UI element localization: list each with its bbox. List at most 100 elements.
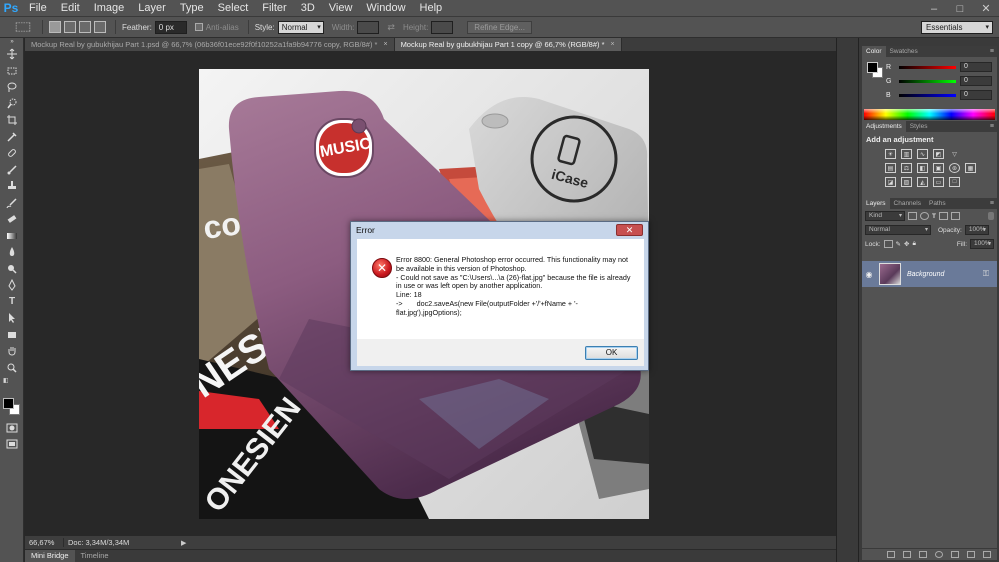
intersect-selection-icon[interactable] <box>94 21 106 33</box>
layer-row-background[interactable]: ◉ Background ⚿ <box>862 261 997 287</box>
foreground-color-swatch[interactable] <box>3 398 14 409</box>
filter-type-icon[interactable]: T <box>932 213 936 220</box>
screen-mode-icon[interactable] <box>0 436 24 453</box>
zoom-level[interactable]: 66,67% <box>25 538 63 547</box>
clone-stamp-tool-icon[interactable] <box>0 178 24 195</box>
levels-icon[interactable]: ▥ <box>901 149 912 159</box>
tab-swatches[interactable]: Swatches <box>886 46 922 57</box>
vibrance-icon[interactable]: ▽ <box>949 149 960 159</box>
layer-kind-filter[interactable]: Kind <box>865 211 905 221</box>
eye-visibility-icon[interactable]: ◉ <box>862 270 876 279</box>
lock-all-icon[interactable]: 🔒︎ <box>912 240 915 248</box>
tab-adjustments[interactable]: Adjustments <box>862 121 906 132</box>
pen-tool-icon[interactable] <box>0 277 24 294</box>
panel-menu-icon[interactable]: ≡ <box>987 198 997 209</box>
subtract-selection-icon[interactable] <box>79 21 91 33</box>
style-select[interactable]: Normal <box>277 20 324 34</box>
black-white-icon[interactable]: ◧ <box>917 163 928 173</box>
document-tab-2[interactable]: Mockup Real by gubukhijau Part 1 copy @ … <box>394 38 622 51</box>
slider-green-value[interactable]: 0 <box>960 76 992 86</box>
tab-channels[interactable]: Channels <box>890 198 925 209</box>
brush-tool-icon[interactable] <box>0 162 24 179</box>
filter-toggle-icon[interactable] <box>988 212 994 220</box>
exposure-icon[interactable]: ◩ <box>933 149 944 159</box>
crop-tool-icon[interactable] <box>0 112 24 129</box>
gradient-map-icon[interactable]: ▭ <box>933 177 944 187</box>
zoom-tool-icon[interactable] <box>0 360 24 377</box>
status-menu-arrow-icon[interactable]: ▶ <box>181 539 186 547</box>
menu-3d[interactable]: 3D <box>294 0 322 17</box>
tab-paths[interactable]: Paths <box>925 198 950 209</box>
color-balance-icon[interactable]: ⚖ <box>901 163 912 173</box>
posterize-icon[interactable]: ▨ <box>901 177 912 187</box>
new-adjustment-layer-icon[interactable] <box>935 551 943 558</box>
lasso-tool-icon[interactable] <box>0 79 24 96</box>
workspace-select[interactable]: Essentials <box>921 21 993 34</box>
layer-mask-icon[interactable] <box>919 551 927 558</box>
document-tab-1[interactable]: Mockup Real by gubukhijau Part 1.psd @ 6… <box>25 38 395 51</box>
eraser-tool-icon[interactable] <box>0 211 24 228</box>
quick-selection-tool-icon[interactable] <box>0 96 24 113</box>
color-panel-foreground[interactable] <box>867 62 878 73</box>
link-layers-icon[interactable] <box>887 551 895 558</box>
opacity-input[interactable]: 100% <box>964 225 989 235</box>
menu-window[interactable]: Window <box>359 0 412 17</box>
antialias-checkbox[interactable] <box>194 23 203 31</box>
blur-tool-icon[interactable] <box>0 244 24 261</box>
slider-red-value[interactable]: 0 <box>960 62 992 72</box>
new-layer-icon[interactable] <box>967 551 975 558</box>
filter-pixel-icon[interactable] <box>908 212 917 220</box>
slider-blue[interactable]: B 0 <box>862 88 997 102</box>
layer-name[interactable]: Background <box>907 271 944 278</box>
new-group-icon[interactable] <box>951 551 959 558</box>
lock-image-icon[interactable]: ✎ <box>896 240 901 248</box>
filter-adjustment-icon[interactable] <box>920 212 929 220</box>
ok-button[interactable]: OK <box>585 346 638 360</box>
curves-icon[interactable]: ∿ <box>917 149 928 159</box>
type-tool-icon[interactable]: T <box>0 294 24 311</box>
gradient-tool-icon[interactable] <box>0 228 24 245</box>
move-tool-icon[interactable] <box>0 46 24 63</box>
eyedropper-tool-icon[interactable] <box>0 129 24 146</box>
rectangle-tool-icon[interactable] <box>0 327 24 344</box>
tab-color[interactable]: Color <box>862 46 886 57</box>
toolbar-grip-icon[interactable]: » <box>0 38 24 46</box>
healing-brush-tool-icon[interactable] <box>0 145 24 162</box>
close-tab-icon[interactable]: × <box>383 38 387 51</box>
dialog-close-button[interactable]: ✕ <box>616 224 643 236</box>
photo-filter-icon[interactable]: ▣ <box>933 163 944 173</box>
threshold-icon[interactable]: ◭ <box>917 177 928 187</box>
menu-file[interactable]: File <box>22 0 54 17</box>
lock-transparent-icon[interactable] <box>883 240 893 248</box>
brightness-contrast-icon[interactable]: ☀ <box>885 149 896 159</box>
dialog-titlebar[interactable]: Error ✕ <box>351 222 648 238</box>
slider-red-track[interactable] <box>899 65 956 69</box>
maximize-button[interactable]: □ <box>947 0 973 17</box>
marquee-tool-icon[interactable] <box>0 63 24 80</box>
close-tab-icon[interactable]: × <box>611 38 615 51</box>
panel-menu-icon[interactable]: ≡ <box>987 121 997 132</box>
menu-edit[interactable]: Edit <box>54 0 87 17</box>
lock-position-icon[interactable]: ✥ <box>904 240 909 248</box>
slider-green-track[interactable] <box>899 79 956 83</box>
hue-saturation-icon[interactable]: ▤ <box>885 163 896 173</box>
hand-tool-icon[interactable] <box>0 343 24 360</box>
tab-styles[interactable]: Styles <box>906 121 932 132</box>
slider-blue-track[interactable] <box>899 93 956 97</box>
blend-mode-select[interactable]: Normal <box>865 225 931 235</box>
channel-mixer-icon[interactable]: ⊛ <box>949 163 960 173</box>
color-spectrum[interactable] <box>864 109 995 120</box>
menu-view[interactable]: View <box>322 0 360 17</box>
close-window-button[interactable]: ✕ <box>973 0 999 17</box>
refine-edge-button[interactable]: Refine Edge... <box>467 20 532 34</box>
width-input[interactable] <box>357 20 380 34</box>
menu-layer[interactable]: Layer <box>131 0 173 17</box>
default-colors-icon[interactable]: ◧ <box>0 376 24 384</box>
history-brush-tool-icon[interactable] <box>0 195 24 212</box>
menu-select[interactable]: Select <box>211 0 256 17</box>
tab-mini-bridge[interactable]: Mini Bridge <box>25 550 75 562</box>
filter-smart-object-icon[interactable] <box>950 212 960 220</box>
menu-help[interactable]: Help <box>413 0 450 17</box>
add-selection-icon[interactable] <box>64 21 76 33</box>
color-panel-swatches[interactable] <box>867 62 883 78</box>
